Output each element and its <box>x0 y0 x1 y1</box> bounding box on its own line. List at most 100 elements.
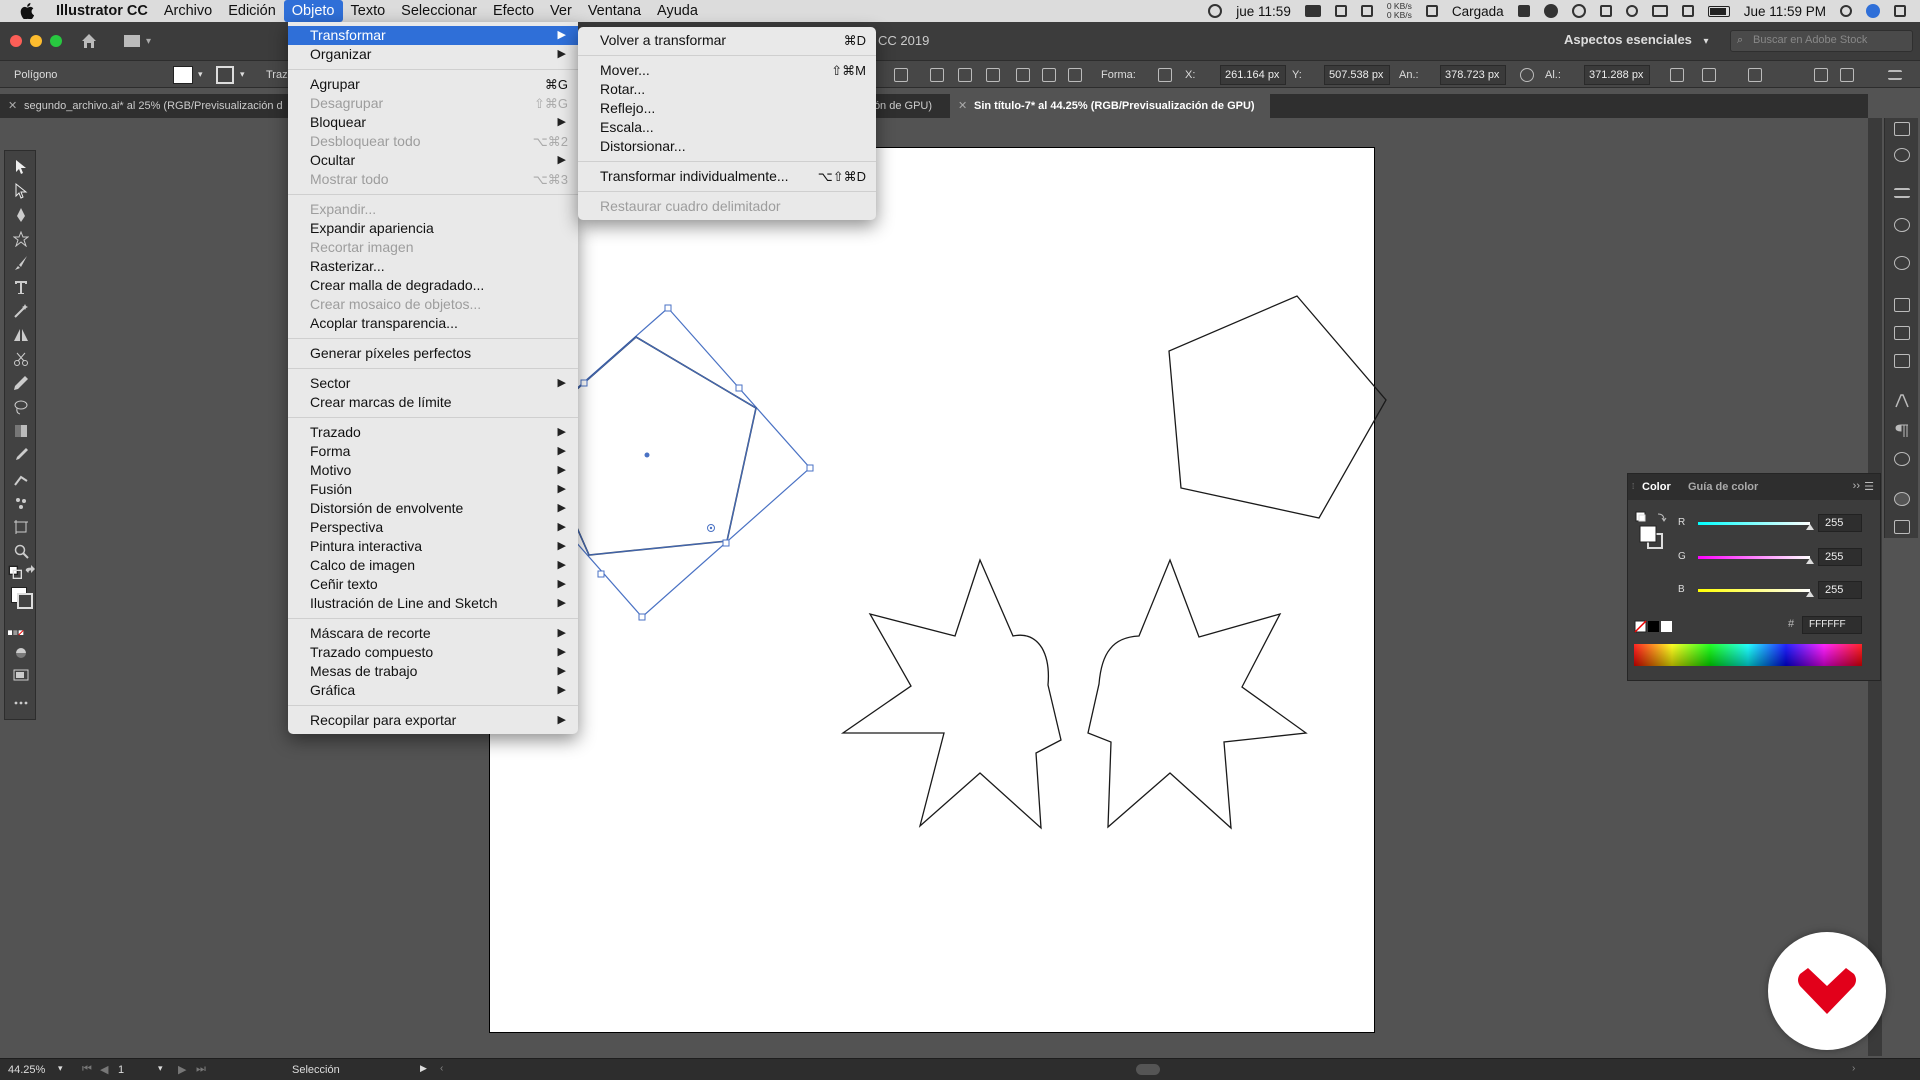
menu-item-mesas-de-trabajo[interactable]: Mesas de trabajo ▶ <box>288 662 578 681</box>
panel-menu-icon[interactable]: ☰ <box>1864 480 1874 493</box>
blue-slider-track[interactable] <box>1698 589 1810 592</box>
display-icon[interactable] <box>1304 5 1321 17</box>
menu-item-pintura-interactiva[interactable]: Pintura interactiva ▶ <box>288 537 578 556</box>
keyboard-icon[interactable] <box>1517 5 1530 17</box>
menu-item-rasterizar[interactable]: Rasterizar... <box>288 257 578 276</box>
menu-objeto[interactable]: Objeto <box>283 0 343 22</box>
menu-seleccionar[interactable]: Seleccionar <box>393 0 485 22</box>
menu-item-generar-pixeles-perfectos[interactable]: Generar píxeles perfectos <box>288 344 578 363</box>
status-arrow-icon[interactable]: ▶ <box>420 1063 427 1074</box>
isolate-icon[interactable] <box>1702 68 1716 82</box>
fill-stroke-widget[interactable] <box>1634 510 1670 558</box>
hex-value-field[interactable]: FFFFFF <box>1802 616 1862 634</box>
red-slider-thumb[interactable] <box>1806 524 1814 530</box>
menu-item-bloquear[interactable]: Bloquear ▶ <box>288 113 578 132</box>
menu-item-perspectiva[interactable]: Perspectiva ▶ <box>288 518 578 537</box>
green-slider-track[interactable] <box>1698 556 1810 559</box>
bbox-handle-bottom-right[interactable] <box>722 539 730 547</box>
menu-item-grafica[interactable]: Gráfica ▶ <box>288 681 578 700</box>
adobe-stock-search-input[interactable]: ⌕ Buscar en Adobe Stock <box>1730 30 1913 52</box>
status-time-left[interactable]: jue 11:59 <box>1236 4 1291 19</box>
stroke-panel-icon[interactable] <box>1894 188 1910 198</box>
wifi-icon[interactable] <box>1625 5 1638 17</box>
zoom-window-button[interactable] <box>50 35 62 47</box>
red-value-field[interactable]: 255 <box>1818 514 1862 532</box>
siri-icon[interactable] <box>1866 4 1880 18</box>
default-colors-icon[interactable] <box>8 565 22 579</box>
align-right-icon[interactable] <box>986 68 1000 82</box>
drawing-mode-icon[interactable] <box>13 645 29 661</box>
notification-center-icon[interactable] <box>1894 5 1906 17</box>
appearance-panel-icon[interactable] <box>1894 218 1910 232</box>
menu-item-rotar[interactable]: Rotar... <box>578 80 876 99</box>
green-slider-thumb[interactable] <box>1806 558 1814 564</box>
arrange-documents-icon[interactable] <box>1814 68 1828 82</box>
doc-tab-segundo-archivo[interactable]: ✕ segundo_archivo.ai* al 25% (RGB/Previs… <box>0 94 290 118</box>
x-field[interactable]: 261.164 px <box>1220 65 1286 85</box>
link-proportions-icon[interactable] <box>1520 68 1534 82</box>
tab-color[interactable]: Color <box>1642 481 1671 493</box>
menu-item-expandir-apariencia[interactable]: Expandir apariencia <box>288 219 578 238</box>
status-mode[interactable]: Selección <box>292 1064 340 1076</box>
menu-item-trazado[interactable]: Trazado ▶ <box>288 423 578 442</box>
home-icon[interactable] <box>80 32 98 50</box>
pathfinder-panel-icon[interactable] <box>1894 354 1910 368</box>
chevron-down-icon[interactable]: ▾ <box>240 69 245 80</box>
menu-item-volver-a-transformar[interactable]: Volver a transformar ⌘D <box>578 31 876 50</box>
menu-item-acoplar-transparencia[interactable]: Acoplar transparencia... <box>288 314 578 333</box>
type-tool-icon[interactable] <box>13 279 29 295</box>
align-center-h-icon[interactable] <box>958 68 972 82</box>
record-icon[interactable] <box>1208 4 1223 18</box>
bbox-handle-left[interactable] <box>580 379 588 387</box>
menu-item-ocultar[interactable]: Ocultar ▶ <box>288 151 578 170</box>
prev-artboard-icon[interactable]: ◀ <box>100 1063 108 1076</box>
symbol-sprayer-tool-icon[interactable] <box>13 495 29 511</box>
battery-icon[interactable] <box>1707 5 1730 17</box>
chevron-down-icon[interactable]: ▾ <box>198 69 203 80</box>
color-spectrum-picker[interactable] <box>1634 644 1862 666</box>
menu-ayuda[interactable]: Ayuda <box>649 0 706 22</box>
menu-edicion[interactable]: Edición <box>220 0 284 22</box>
character-panel-icon[interactable] <box>1894 394 1910 408</box>
fill-swatch[interactable] <box>173 66 193 84</box>
menu-item-distorsion-de-envolvente[interactable]: Distorsión de envolvente ▶ <box>288 499 578 518</box>
direct-selection-tool-icon[interactable] <box>13 182 29 199</box>
eye-icon[interactable] <box>1571 4 1586 18</box>
screen-mode-icon[interactable] <box>13 667 29 683</box>
menu-item-motivo[interactable]: Motivo ▶ <box>288 461 578 480</box>
color-panel-icon[interactable] <box>1894 492 1910 506</box>
color-mode-buttons[interactable] <box>8 625 32 636</box>
menu-item-organizar[interactable]: Organizar ▶ <box>288 45 578 64</box>
next-artboard-icon[interactable]: ▶ <box>178 1063 186 1076</box>
menu-item-escala[interactable]: Escala... <box>578 118 876 137</box>
artboard[interactable] <box>490 148 1374 1032</box>
height-field[interactable]: 371.288 px <box>1584 65 1650 85</box>
graphic-styles-panel-icon[interactable] <box>1894 256 1910 270</box>
lasso-tool-icon[interactable] <box>13 399 29 415</box>
minimize-window-button[interactable] <box>30 35 42 47</box>
menu-item-fusion[interactable]: Fusión ▶ <box>288 480 578 499</box>
layers-panel-icon[interactable] <box>1894 122 1910 136</box>
align-top-icon[interactable] <box>1016 68 1030 82</box>
align-to-icon[interactable] <box>894 68 908 82</box>
quick-swatches[interactable] <box>1634 620 1674 634</box>
menu-item-mover[interactable]: Mover... ⇧⌘M <box>578 61 876 80</box>
magic-wand-tool-icon[interactable] <box>13 303 29 319</box>
stats-icon[interactable] <box>1334 5 1347 17</box>
network-speed[interactable]: 0 KB/s 0 KB/s <box>1387 2 1412 20</box>
workspace-selector[interactable]: Aspectos esenciales ▾ <box>1564 32 1709 47</box>
menu-item-ilustracion-de-line-and-sketch[interactable]: Ilustración de Line and Sketch ▶ <box>288 594 578 613</box>
menu-item-cenir-texto[interactable]: Ceñir texto ▶ <box>288 575 578 594</box>
eyedropper-tool-icon[interactable] <box>13 447 29 463</box>
first-artboard-icon[interactable]: ⏮ <box>82 1063 92 1076</box>
volume-icon[interactable] <box>1681 5 1694 17</box>
zoom-tool-icon[interactable] <box>13 543 29 559</box>
bbox-handle-right[interactable] <box>806 464 814 472</box>
artboard-tool-icon[interactable] <box>13 519 29 535</box>
more-tools-icon[interactable] <box>13 695 29 711</box>
menu-item-forma[interactable]: Forma ▶ <box>288 442 578 461</box>
stroke-label[interactable]: Traz <box>266 69 288 81</box>
bbox-handle-bottom-left[interactable] <box>597 570 605 578</box>
pencil-tool-icon[interactable] <box>13 375 29 391</box>
close-tab-icon[interactable]: ✕ <box>8 94 17 118</box>
